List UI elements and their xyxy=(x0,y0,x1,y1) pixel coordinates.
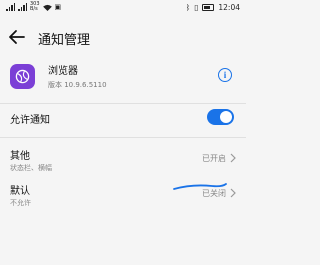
category-title: 默认 xyxy=(10,186,30,197)
status-bar-right: ᛒ ▯ 12:04 xyxy=(186,3,240,12)
category-title: 其他 xyxy=(10,151,30,162)
allow-notifications-toggle[interactable] xyxy=(207,109,234,125)
network-speed-unit: B/s xyxy=(30,6,38,12)
app-info-row: 浏览器 版本 10.9.6.5110 i xyxy=(0,55,246,103)
allow-notifications-row[interactable]: 允许通知 xyxy=(0,105,246,131)
status-bar: 303 B/s ▣ ᛒ ▯ 12:04 xyxy=(0,0,246,18)
chevron-right-icon xyxy=(230,153,236,163)
toggle-knob xyxy=(220,111,232,123)
category-subtitle: 不允许 xyxy=(10,199,31,207)
app-version: 版本 10.9.6.5110 xyxy=(48,81,107,89)
notification-icon: ▣ xyxy=(54,3,62,11)
globe-icon xyxy=(15,69,30,84)
network-speed: 303 B/s xyxy=(30,2,40,12)
header: 通知管理 xyxy=(0,22,246,52)
signal-icon-2 xyxy=(18,3,27,11)
category-subtitle: 状态栏、横幅 xyxy=(10,164,52,172)
clock-text: 12:04 xyxy=(218,3,240,12)
notification-settings-screen: 303 B/s ▣ ᛒ ▯ 12:04 通知管理 浏览器 版本 10.9.6.5… xyxy=(0,0,246,265)
battery-icon xyxy=(202,4,215,11)
divider xyxy=(0,137,246,138)
info-icon[interactable]: i xyxy=(218,68,232,82)
vibrate-icon: ▯ xyxy=(194,3,199,12)
category-row-other[interactable]: 其他 状态栏、横幅 已开启 xyxy=(0,145,246,181)
chevron-right-icon xyxy=(230,188,236,198)
page-title: 通知管理 xyxy=(38,33,91,48)
allow-notifications-label: 允许通知 xyxy=(10,115,50,126)
divider xyxy=(0,103,246,104)
signal-icon xyxy=(6,3,15,11)
status-bar-left: 303 B/s ▣ xyxy=(6,2,61,12)
wifi-icon xyxy=(42,4,52,11)
category-status: 已开启 xyxy=(202,154,226,163)
app-name: 浏览器 xyxy=(48,66,78,77)
highlight-underline-mark xyxy=(173,183,227,190)
bluetooth-icon: ᛒ xyxy=(185,3,191,12)
browser-app-icon xyxy=(10,64,35,89)
back-arrow-icon[interactable] xyxy=(8,28,26,46)
